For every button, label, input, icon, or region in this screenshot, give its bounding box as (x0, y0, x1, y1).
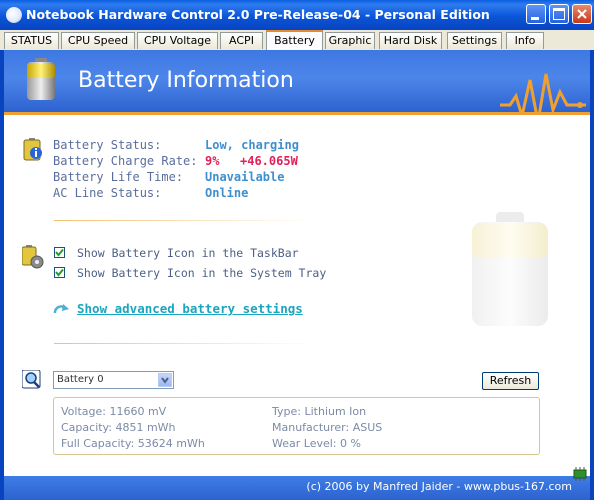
battery-search-icon (22, 370, 41, 389)
refresh-arrow-icon (53, 304, 69, 314)
battery-settings-icon (22, 245, 44, 269)
chevron-down-icon (161, 377, 169, 384)
minimize-icon (531, 17, 539, 20)
battery-status-value: Low, charging (205, 138, 299, 152)
full-capacity-text: Full Capacity: 53624 mWh (61, 437, 205, 450)
battery-select[interactable]: Battery 0 (53, 371, 174, 389)
manufacturer-text: Manufacturer: ASUS (272, 421, 383, 434)
type-text: Type: Lithium Ion (272, 405, 367, 418)
separator (54, 343, 314, 344)
charge-watts-value: +46.065W (240, 154, 298, 168)
close-button[interactable] (572, 4, 592, 24)
title-bar: Notebook Hardware Control 2.0 Pre-Releas… (0, 0, 594, 30)
tray-icon-checkbox[interactable] (54, 267, 65, 278)
charge-rate-label: Battery Charge Rate: (53, 154, 198, 168)
ac-line-value: Online (205, 186, 249, 200)
header-banner: Battery Information (4, 50, 590, 122)
maximize-button[interactable] (549, 4, 569, 24)
life-time-label: Battery Life Time: (53, 170, 184, 184)
separator (54, 220, 314, 221)
battery-details-box: Voltage: 11660 mV Capacity: 4851 mWh Ful… (53, 397, 540, 455)
life-time-value: Unavailable (205, 170, 285, 184)
chip-icon (573, 467, 587, 481)
checkmark-icon (55, 268, 64, 277)
tab-cpu-speed[interactable]: CPU Speed (61, 32, 135, 49)
tab-settings[interactable]: Settings (447, 32, 502, 49)
charge-percent-value: 9% (205, 154, 220, 168)
ac-line-label: AC Line Status: (53, 186, 162, 200)
pulse-graphic (500, 73, 586, 122)
taskbar-icon-label: Show Battery Icon in the TaskBar (77, 246, 299, 260)
tray-icon-label: Show Battery Icon in the System Tray (77, 266, 327, 280)
battery-select-value: Battery 0 (57, 374, 104, 385)
battery-watermark-icon (472, 212, 548, 326)
tab-hard-disk[interactable]: Hard Disk (379, 32, 442, 49)
dropdown-button[interactable] (158, 373, 172, 387)
taskbar-icon-checkbox[interactable] (54, 247, 65, 258)
wear-level-text: Wear Level: 0 % (272, 437, 361, 450)
window-frame-right (590, 50, 594, 500)
copyright-text: (c) 2006 by Manfred Jaider - www.pbus-16… (306, 480, 572, 493)
tab-status[interactable]: STATUS (4, 32, 59, 49)
tab-strip: STATUS CPU Speed CPU Voltage ACPI Batter… (0, 30, 594, 51)
tab-cpu-voltage[interactable]: CPU Voltage (137, 32, 218, 49)
capacity-text: Capacity: 4851 mWh (61, 421, 176, 434)
tab-acpi[interactable]: ACPI (220, 32, 263, 49)
advanced-battery-settings-link[interactable]: Show advanced battery settings (77, 301, 303, 316)
window-title: Notebook Hardware Control 2.0 Pre-Releas… (26, 7, 490, 22)
minimize-button[interactable] (526, 4, 546, 24)
close-icon (577, 9, 587, 19)
battery-status-label: Battery Status: (53, 138, 162, 152)
maximize-icon (553, 8, 565, 20)
refresh-button[interactable]: Refresh (482, 372, 539, 390)
battery-info-icon (23, 138, 42, 161)
tab-battery[interactable]: Battery (266, 30, 323, 51)
app-icon (6, 7, 22, 23)
tab-graphic[interactable]: Graphic (325, 32, 375, 49)
voltage-text: Voltage: 11660 mV (61, 405, 167, 418)
page-title: Battery Information (78, 68, 294, 93)
battery-icon (27, 58, 55, 100)
footer-bar: (c) 2006 by Manfred Jaider - www.pbus-16… (4, 476, 590, 500)
checkmark-icon (55, 248, 64, 257)
tab-info[interactable]: Info (506, 32, 544, 49)
